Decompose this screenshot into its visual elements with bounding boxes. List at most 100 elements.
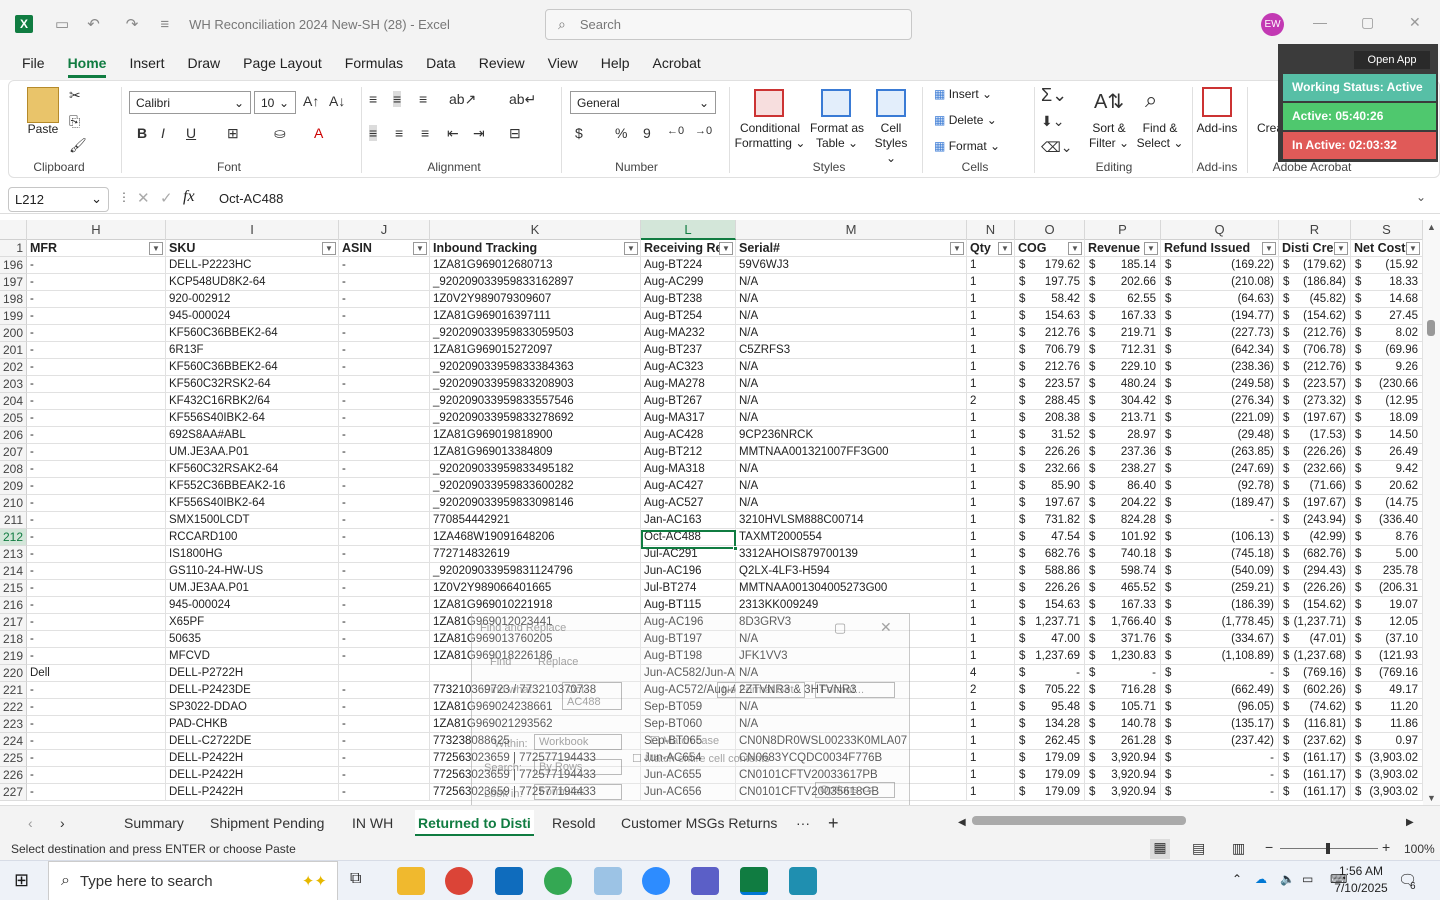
borders-icon[interactable]: ⊞ [227,125,239,142]
column-header[interactable]: I [166,220,339,240]
cell-qty[interactable]: 1 [967,495,1015,512]
redo-icon[interactable]: ↷ [126,15,139,33]
cell-cog[interactable]: $197.67 [1015,495,1085,512]
cell-rcv[interactable]: Sep-BT065 [641,733,736,750]
cell-cog[interactable]: $154.63 [1015,597,1085,614]
row-header[interactable]: 218 [0,631,27,648]
header-cell[interactable]: Serial# ▼ [736,240,967,257]
cell-cog[interactable]: $682.76 [1015,546,1085,563]
conditional-formatting-button[interactable]: Conditional Formatting ⌄ [734,121,806,151]
row-header[interactable]: 206 [0,427,27,444]
cell-ser[interactable]: N/A [736,308,967,325]
cut-icon[interactable]: ✂ [69,87,81,104]
cell-sku[interactable]: 6R13F [166,342,339,359]
cell-dis[interactable]: $ (682.76) [1279,546,1351,563]
cell-dis[interactable]: $ (116.81) [1279,716,1351,733]
font-color-icon[interactable]: A [314,125,323,141]
close-window-icon[interactable]: ✕ [1409,14,1421,31]
cell-ref[interactable]: $ - [1161,512,1279,529]
cell-ser[interactable]: N/A [736,478,967,495]
chrome-icon[interactable] [445,867,473,895]
filter-dropdown-icon[interactable]: ▼ [998,242,1012,255]
wrap-text-icon[interactable]: ab↵ [509,91,536,108]
cell-ser[interactable]: N/A [736,291,967,308]
menu-page-layout[interactable]: Page Layout [243,48,322,80]
decrease-font-icon[interactable]: A↓ [329,93,345,109]
cell-qty[interactable]: 1 [967,325,1015,342]
cell-cog[interactable]: $95.48 [1015,699,1085,716]
cell-ref[interactable]: $ (210.08) [1161,274,1279,291]
find-select-icon[interactable]: ⌕ [1145,87,1157,113]
font-name-select[interactable]: Calibri ⌄ [129,91,251,114]
menu-insert[interactable]: Insert [129,48,164,80]
column-header[interactable]: K [430,220,641,240]
cell-dis[interactable]: $ (161.17) [1279,767,1351,784]
zoom-in-icon[interactable]: + [1382,839,1390,855]
row-header[interactable]: 201 [0,342,27,359]
zoom-app-icon[interactable] [642,867,670,895]
cell-rcv[interactable]: Aug-AC299 [641,274,736,291]
cell-dis[interactable]: $ (212.76) [1279,325,1351,342]
cell-ser[interactable]: N/A [736,665,967,682]
format-as-table-icon[interactable] [821,89,851,117]
cell-rev[interactable]: $304.42 [1085,393,1161,410]
cell-rev[interactable]: $3,920.94 [1085,767,1161,784]
cell-net[interactable]: $ (14.75 [1351,495,1423,512]
add-sheet-icon[interactable]: + [828,810,839,836]
cell-trk[interactable]: 1ZA81G969016397111 [430,308,641,325]
currency-icon[interactable]: $ [575,125,583,141]
cell-ref[interactable]: $ (169.22) [1161,257,1279,274]
cell-trk[interactable]: 1ZA81G969013384809 [430,444,641,461]
fill-icon[interactable]: ⬇⌄ [1041,113,1064,130]
cell-dis[interactable]: $ (154.62) [1279,308,1351,325]
header-cell[interactable]: MFR ▼ [27,240,166,257]
file-explorer-icon[interactable] [397,867,425,895]
menu-data[interactable]: Data [426,48,456,80]
italic-icon[interactable]: I [161,125,165,141]
align-top-icon[interactable]: ≡ [369,91,377,107]
cell-asin[interactable]: - [339,359,430,376]
header-cell[interactable]: COG ▼ [1015,240,1085,257]
cell-mfr[interactable]: - [27,733,166,750]
cell-dis[interactable]: $ (45.82) [1279,291,1351,308]
cell-asin[interactable]: - [339,291,430,308]
cell-net[interactable]: $ (206.31 [1351,580,1423,597]
column-header[interactable]: N [967,220,1015,240]
cell-net[interactable]: $9.26 [1351,359,1423,376]
cell-sku[interactable]: 50635 [166,631,339,648]
cell-mfr[interactable]: - [27,512,166,529]
cell-asin[interactable]: - [339,342,430,359]
cell-sku[interactable]: IS1800HG [166,546,339,563]
cell-sku[interactable]: SMX1500LCDT [166,512,339,529]
more-sheets-icon[interactable]: ··· [796,810,810,836]
cell-ser[interactable]: 3210HVLSM888C00714 [736,512,967,529]
row-header[interactable]: 209 [0,478,27,495]
cell-qty[interactable]: 1 [967,359,1015,376]
cell-rcv[interactable]: Aug-BT238 [641,291,736,308]
cell-ser[interactable]: N/A [736,495,967,512]
cell-sku[interactable]: DELL-C2722DE [166,733,339,750]
cell-trk[interactable]: _920209033959833098146 [430,495,641,512]
cell-rev[interactable]: $238.27 [1085,461,1161,478]
onedrive-icon[interactable]: ☁ [1255,872,1267,886]
cell-dis[interactable]: $ (226.26) [1279,580,1351,597]
cell-sku[interactable]: DELL-P2223HC [166,257,339,274]
cell-ref[interactable]: $ (540.09) [1161,563,1279,580]
cell-rev[interactable]: $86.40 [1085,478,1161,495]
cell-mfr[interactable]: - [27,495,166,512]
cell-asin[interactable]: - [339,563,430,580]
cell-rcv[interactable]: Aug-MA232 [641,325,736,342]
cell-ser[interactable]: 8D3GRV3 [736,614,967,631]
cell-qty[interactable]: 1 [967,614,1015,631]
header-cell[interactable]: Qty ▼ [967,240,1015,257]
decrease-indent-icon[interactable]: ⇤ [447,125,459,142]
cell-dis[interactable]: $ (161.17) [1279,750,1351,767]
cell-mfr[interactable]: - [27,648,166,665]
app-icon[interactable] [594,867,622,895]
percent-icon[interactable]: % [615,125,627,141]
cell-asin[interactable]: - [339,784,430,801]
paste-icon[interactable] [27,87,59,123]
cell-rev[interactable]: $167.33 [1085,597,1161,614]
align-bottom-icon[interactable]: ≡ [419,91,427,107]
cell-mfr[interactable]: - [27,427,166,444]
